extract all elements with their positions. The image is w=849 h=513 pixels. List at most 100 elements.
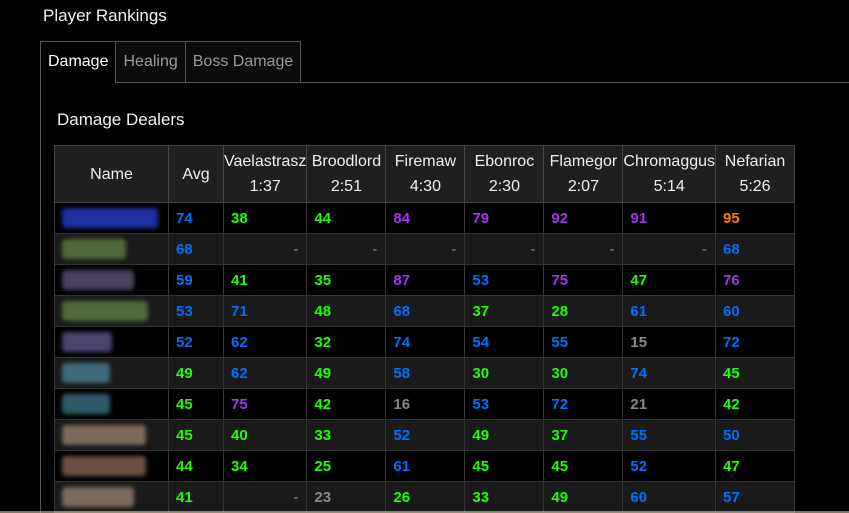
page-title: Player Rankings	[43, 6, 167, 25]
redacted-player-name	[62, 425, 146, 445]
redacted-player-name	[62, 363, 110, 383]
boss-score-cell: 50	[715, 419, 796, 451]
column-header-boss[interactable]: Flamegor 2:07	[543, 145, 624, 203]
player-name-cell[interactable]	[54, 264, 169, 296]
boss-score-cell: 68	[385, 295, 466, 327]
player-name-cell[interactable]	[54, 233, 169, 265]
boss-score-cell: 55	[543, 326, 624, 358]
boss-score-cell: -	[622, 233, 717, 265]
table-row[interactable]: 41-23 26 33 49 60 57	[54, 481, 796, 513]
boss-score-cell: 26	[385, 481, 466, 513]
boss-score-cell: 75	[543, 264, 624, 296]
table-row[interactable]: 49 62 49 58 30 30 74 45	[54, 357, 796, 389]
boss-score-cell: 21	[622, 388, 717, 420]
section-title: Damage Dealers	[57, 110, 185, 129]
boss-score-cell: 48	[306, 295, 387, 327]
player-name-cell[interactable]	[54, 481, 169, 513]
column-header-boss[interactable]: Vaelastrasz 1:37	[222, 145, 308, 203]
table-row[interactable]: 44 34 25 61 45 45 52 47	[54, 450, 796, 482]
player-name-cell[interactable]	[54, 419, 169, 451]
redacted-player-name	[62, 301, 148, 321]
boss-name: Ebonroc	[474, 153, 535, 170]
table-row[interactable]: 74 38 44 84 79 92 91 95	[54, 202, 796, 234]
table-row[interactable]: 45 40 33 52 49 37 55 50	[54, 419, 796, 451]
boss-score-cell: 30	[543, 357, 624, 389]
table-row[interactable]: 53 71 48 68 37 28 61 60	[54, 295, 796, 327]
boss-score-cell: 45	[715, 357, 796, 389]
boss-score-cell: 28	[543, 295, 624, 327]
player-name-cell[interactable]	[54, 357, 169, 389]
boss-name: Broodlord	[311, 153, 382, 170]
boss-score-cell: 42	[306, 388, 387, 420]
boss-score-cell: -	[464, 233, 545, 265]
boss-time: 2:30	[488, 178, 520, 195]
redacted-player-name	[62, 270, 134, 290]
column-header-boss[interactable]: Chromaggus 5:14	[622, 145, 717, 203]
boss-score-cell: 41	[222, 264, 308, 296]
boss-score-cell: 55	[622, 419, 717, 451]
boss-score-cell: 38	[222, 202, 308, 234]
boss-time: 2:07	[567, 178, 599, 195]
boss-score-cell: 79	[464, 202, 545, 234]
player-name-cell[interactable]	[54, 326, 169, 358]
column-header-avg[interactable]: Avg	[168, 145, 224, 203]
boss-score-cell: 45	[464, 450, 545, 482]
player-name-cell[interactable]	[54, 295, 169, 327]
boss-score-cell: 61	[622, 295, 717, 327]
column-header-boss[interactable]: Nefarian 5:26	[715, 145, 796, 203]
boss-score-cell: 32	[306, 326, 387, 358]
player-name-cell[interactable]	[54, 450, 169, 482]
boss-score-cell: 91	[622, 202, 717, 234]
boss-score-cell: 34	[222, 450, 308, 482]
boss-score-cell: 52	[385, 419, 466, 451]
boss-score-cell: 45	[543, 450, 624, 482]
boss-score-cell: 25	[306, 450, 387, 482]
boss-score-cell: 15	[622, 326, 717, 358]
column-header-boss[interactable]: Firemaw 4:30	[385, 145, 466, 203]
tab-damage[interactable]: Damage	[40, 41, 116, 84]
boss-score-cell: 72	[715, 326, 796, 358]
column-header-boss[interactable]: Ebonroc 2:30	[464, 145, 545, 203]
redacted-player-name	[62, 239, 126, 259]
redacted-player-name	[62, 487, 134, 507]
panel-border	[40, 83, 41, 513]
boss-time: 5:26	[739, 178, 771, 195]
table-row[interactable]: 45 75 42 16 53 72 21 42	[54, 388, 796, 420]
boss-score-cell: 33	[464, 481, 545, 513]
boss-score-cell: 53	[464, 264, 545, 296]
column-header-name[interactable]: Name	[54, 145, 169, 203]
redacted-player-name	[62, 456, 146, 476]
table-row[interactable]: 52 62 32 74 54 55 15 72	[54, 326, 796, 358]
boss-score-cell: 58	[385, 357, 466, 389]
column-header-boss[interactable]: Broodlord 2:51	[306, 145, 387, 203]
tab-healing[interactable]: Healing	[115, 41, 185, 83]
boss-time: 4:30	[409, 178, 441, 195]
tab-divider	[300, 82, 849, 83]
tab-boss-damage[interactable]: Boss Damage	[184, 41, 302, 83]
boss-score-cell: 61	[385, 450, 466, 482]
boss-score-cell: 74	[622, 357, 717, 389]
player-name-cell[interactable]	[54, 202, 169, 234]
boss-name: Flamegor	[549, 153, 618, 170]
avg-cell: 53	[168, 295, 224, 327]
rankings-table: Name Avg Vaelastrasz 1:37 Broodlord 2:51 F…	[54, 145, 796, 513]
boss-score-cell: 42	[715, 388, 796, 420]
table-row[interactable]: 68- - - - - -68	[54, 233, 796, 265]
boss-score-cell: 44	[306, 202, 387, 234]
boss-score-cell: 47	[622, 264, 717, 296]
boss-score-cell: 62	[222, 357, 308, 389]
boss-time: 1:37	[249, 178, 281, 195]
boss-score-cell: 60	[622, 481, 717, 513]
boss-score-cell: 23	[306, 481, 387, 513]
boss-score-cell: 47	[715, 450, 796, 482]
boss-score-cell: 68	[715, 233, 796, 265]
table-row[interactable]: 59 41 35 87 53 75 47 76	[54, 264, 796, 296]
avg-cell: 45	[168, 388, 224, 420]
boss-name: Nefarian	[724, 153, 786, 170]
tab-bar: Damage Healing Boss Damage	[40, 41, 302, 84]
boss-time: 5:14	[653, 178, 685, 195]
boss-score-cell: 37	[543, 419, 624, 451]
table-body: 74 38 44 84 79 92 91 95 68- - - - - -68 59 41 35 87 53 75 47…	[54, 202, 796, 513]
player-name-cell[interactable]	[54, 388, 169, 420]
boss-score-cell: 33	[306, 419, 387, 451]
